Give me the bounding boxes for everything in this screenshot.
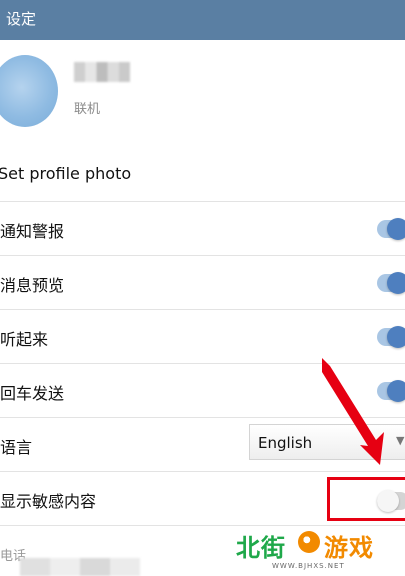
page-title: 设定 (6, 10, 37, 28)
toggle-knob (387, 218, 405, 240)
ball-icon (298, 531, 320, 553)
enter-to-send-row[interactable]: 回车发送 (0, 364, 405, 418)
watermark-logo: 北街 游戏 WWW.BJHXS.NET (236, 528, 386, 573)
language-select[interactable]: English ▼ (249, 424, 405, 460)
sounds-toggle[interactable] (377, 326, 405, 348)
language-row: 语言 English ▼ (0, 418, 405, 472)
app-header: 设定 (0, 0, 405, 40)
enter-to-send-label: 回车发送 (0, 384, 65, 403)
profile-section: 联机 (0, 40, 405, 150)
watermark-text-green: 北街 (236, 534, 286, 562)
enter-to-send-toggle[interactable] (377, 380, 405, 402)
sounds-label: 听起来 (0, 330, 49, 349)
avatar[interactable] (0, 55, 58, 127)
username-redacted (74, 62, 130, 82)
online-status: 联机 (74, 102, 101, 117)
set-profile-photo-row[interactable]: Set profile photo (0, 148, 405, 202)
message-preview-row[interactable]: 消息预览 (0, 256, 405, 310)
toggle-knob (387, 272, 405, 294)
annotation-highlight-box (327, 477, 405, 521)
notification-alerts-label: 通知警报 (0, 222, 65, 241)
watermark-url: WWW.BJHXS.NET (272, 562, 345, 570)
watermark-text-orange: 游戏 (324, 534, 374, 562)
language-selected-value: English (258, 434, 313, 452)
sensitive-content-label: 显示敏感内容 (0, 492, 97, 511)
language-label: 语言 (0, 438, 33, 457)
message-preview-toggle[interactable] (377, 272, 405, 294)
notification-alerts-row[interactable]: 通知警报 (0, 202, 405, 256)
toggle-knob (387, 326, 405, 348)
chevron-down-icon: ▼ (396, 434, 405, 447)
toggle-knob (387, 380, 405, 402)
notification-alerts-toggle[interactable] (377, 218, 405, 240)
message-preview-label: 消息预览 (0, 276, 65, 295)
sounds-row[interactable]: 听起来 (0, 310, 405, 364)
set-profile-photo-label: Set profile photo (0, 164, 132, 183)
phone-number-redacted (20, 558, 140, 576)
